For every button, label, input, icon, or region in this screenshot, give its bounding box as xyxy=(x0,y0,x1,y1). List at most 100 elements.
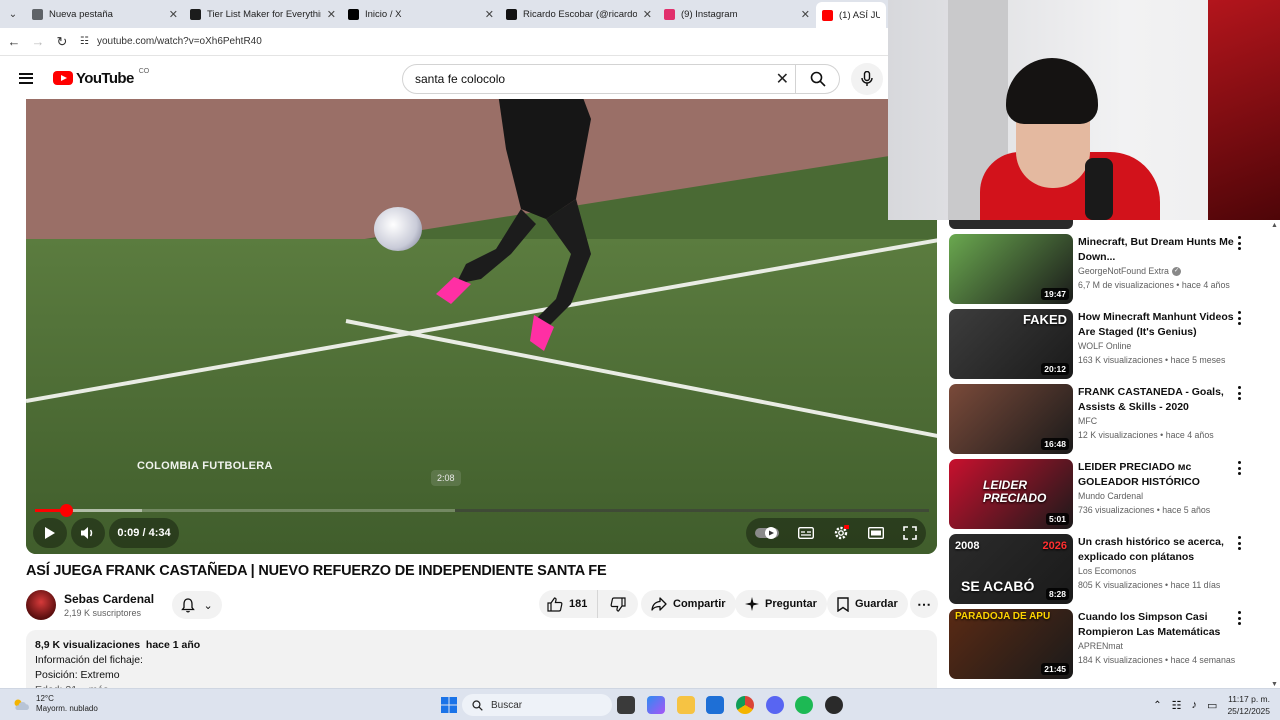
menu-icon[interactable] xyxy=(19,72,33,84)
recommendation-title[interactable]: Cuando los Simpson Casi Rompieron Las Ma… xyxy=(1078,610,1246,640)
dislike-button[interactable] xyxy=(597,590,639,618)
share-group: Compartir xyxy=(641,590,736,618)
play-button[interactable] xyxy=(33,518,67,548)
back-icon[interactable]: ← xyxy=(2,34,26,49)
notifications-button[interactable]: ⌄ xyxy=(172,591,223,619)
seek-bar[interactable] xyxy=(35,504,929,517)
close-tab-icon[interactable]: ✕ xyxy=(485,8,494,21)
channel-name[interactable]: Sebas Cardenal xyxy=(64,592,154,606)
recommendation-item[interactable]: FAKED 20:12 How Minecraft Manhunt Videos A… xyxy=(949,309,1269,379)
tab-title: Ricardo Escobar (@ricardoe xyxy=(523,8,637,20)
more-actions-button[interactable]: ⋯ xyxy=(910,590,938,618)
tray-chevron-up-icon[interactable]: ⌃ xyxy=(1153,700,1161,711)
microsoft-store-icon[interactable] xyxy=(706,696,724,714)
theater-mode-icon[interactable] xyxy=(867,527,884,539)
recommendation-thumbnail[interactable]: 16:48 xyxy=(949,384,1073,454)
recommendation-item[interactable]: PARADOJA DE APU 21:45 Cuando los Simpson C… xyxy=(949,609,1269,679)
chrome-icon[interactable] xyxy=(736,696,754,714)
recommendation-title[interactable]: Un crash histórico se acerca, explicado … xyxy=(1078,535,1246,565)
recommendation-item[interactable]: LEIDER PRECIADO 5:01 LEIDER PRECIADO ᴍᴄ GO… xyxy=(949,459,1269,529)
fullscreen-icon[interactable] xyxy=(902,526,917,540)
volume-icon[interactable]: ♪ xyxy=(1192,699,1198,711)
recommendation-channel[interactable]: GeorgeNotFound Extra xyxy=(1078,266,1169,276)
settings-gear-icon[interactable] xyxy=(833,525,849,541)
scroll-up-arrow-icon[interactable]: ▲ xyxy=(1271,222,1278,229)
battery-icon[interactable]: ▭ xyxy=(1207,699,1217,712)
recommendation-age: hace 11 días xyxy=(1170,580,1221,590)
file-explorer-icon[interactable] xyxy=(677,696,695,714)
recommendation-thumbnail[interactable]: PARADOJA DE APU 21:45 xyxy=(949,609,1073,679)
youtube-logo[interactable]: YouTube CO xyxy=(53,68,149,87)
search-button[interactable] xyxy=(796,64,840,94)
recommendation-title[interactable]: FRANK CASTANEDA - Goals, Assists & Skill… xyxy=(1078,385,1246,415)
reload-icon[interactable]: ↻ xyxy=(50,34,74,50)
taskbar-search[interactable]: Buscar xyxy=(462,694,612,716)
voice-search-button[interactable] xyxy=(851,63,883,95)
recommendation-channel[interactable]: Mundo Cardenal xyxy=(1078,491,1143,501)
more-vertical-icon[interactable] xyxy=(1238,461,1242,475)
like-button[interactable]: 181 xyxy=(539,590,598,618)
browser-tab[interactable]: Tier List Maker for Everything - ✕ xyxy=(184,1,342,27)
spotify-icon[interactable] xyxy=(795,696,813,714)
recommendation-thumbnail[interactable]: FAKED 20:12 xyxy=(949,309,1073,379)
recommendation-title[interactable]: How Minecraft Manhunt Videos Are Staged … xyxy=(1078,310,1246,340)
more-vertical-icon[interactable] xyxy=(1238,536,1242,550)
weather-widget[interactable]: 12°C Mayorm. nublado xyxy=(12,694,98,714)
site-info-icon[interactable]: ☷ xyxy=(80,36,89,47)
start-windows-icon[interactable] xyxy=(440,696,458,714)
autoplay-toggle-icon[interactable] xyxy=(755,527,780,539)
subtitles-icon[interactable] xyxy=(798,527,815,539)
network-icon[interactable]: ☷ xyxy=(1172,699,1182,712)
more-vertical-icon[interactable] xyxy=(1238,611,1242,625)
browser-tab[interactable]: (1) ASÍ JUEGA xyxy=(816,2,886,28)
recommendation-channel[interactable]: WOLF Online xyxy=(1078,341,1131,351)
browser-tab[interactable]: Nueva pestaña ✕ xyxy=(26,1,184,27)
taskbar-clock[interactable]: 11:17 p. m. 25/12/2025 xyxy=(1227,693,1270,717)
close-tab-icon[interactable]: ✕ xyxy=(801,8,810,21)
recommendation-channel[interactable]: Los Ecomonos xyxy=(1078,566,1136,576)
recommendation-item[interactable]: 19:47 Minecraft, But Dream Hunts Me Down.… xyxy=(949,234,1269,304)
recommendation-thumbnail[interactable]: 19:47 xyxy=(949,234,1073,304)
browser-tab[interactable]: Ricardo Escobar (@ricardoe ✕ xyxy=(500,1,658,27)
close-tab-icon[interactable]: ✕ xyxy=(169,8,178,21)
recommendation-thumbnail[interactable]: SE ACABÓ 2008 2026 8:28 xyxy=(949,534,1073,604)
sidebar-scrollbar[interactable]: ▲ ▼ xyxy=(1268,222,1280,688)
recommendation-title[interactable]: LEIDER PRECIADO ᴍᴄ GOLEADOR HISTÓRICO xyxy=(1078,460,1246,490)
more-vertical-icon[interactable] xyxy=(1238,236,1242,250)
mute-button[interactable] xyxy=(71,518,105,548)
clear-search-icon[interactable]: ✕ xyxy=(776,69,789,89)
close-tab-icon[interactable]: ✕ xyxy=(643,8,652,21)
browser-tab[interactable]: Inicio / X ✕ xyxy=(342,1,500,27)
thumbs-down-icon xyxy=(610,596,626,612)
app-icon[interactable] xyxy=(825,696,843,714)
address-bar[interactable]: ☷ youtube.com/watch?v=oXh6PehtR40 xyxy=(80,36,262,47)
search-input[interactable]: santa fe colocolo ✕ xyxy=(402,64,796,94)
recommendation-channel[interactable]: MFC xyxy=(1078,416,1097,426)
share-button[interactable]: Compartir xyxy=(641,590,736,618)
task-view-icon[interactable] xyxy=(617,696,635,714)
recommendation-channel-row: Mundo Cardenal xyxy=(1078,491,1246,501)
browser-tab[interactable]: (9) Instagram ✕ xyxy=(658,1,816,27)
tab-search-chevron-icon[interactable]: ⌄ xyxy=(0,0,26,28)
close-tab-icon[interactable]: ✕ xyxy=(327,8,336,21)
save-button[interactable]: Guardar xyxy=(827,590,908,618)
recommendation-item[interactable]: SE ACABÓ 2008 2026 8:28 Un crash histórico s… xyxy=(949,534,1269,604)
forward-icon[interactable]: → xyxy=(26,34,50,49)
more-vertical-icon[interactable] xyxy=(1238,311,1242,325)
url-text: youtube.com/watch?v=oXh6PehtR40 xyxy=(96,36,262,47)
scroll-down-arrow-icon[interactable]: ▼ xyxy=(1271,681,1278,688)
microphone-icon xyxy=(861,71,873,86)
more-horizontal-icon: ⋯ xyxy=(917,595,931,612)
recommendation-thumbnail[interactable]: LEIDER PRECIADO 5:01 xyxy=(949,459,1073,529)
video-frame-player xyxy=(436,99,591,351)
video-player[interactable]: COLOMBIA FUTBOLERA 2:08 0:09 / 4:34 xyxy=(26,99,937,554)
channel-avatar[interactable] xyxy=(26,590,56,620)
widgets-icon[interactable] xyxy=(647,696,665,714)
discord-icon[interactable] xyxy=(766,696,784,714)
recommendation-channel[interactable]: APRENmat xyxy=(1078,641,1123,651)
recommendation-title[interactable]: Minecraft, But Dream Hunts Me Down... xyxy=(1078,235,1246,265)
recommendation-item[interactable]: 16:48 FRANK CASTANEDA - Goals, Assists & … xyxy=(949,384,1269,454)
more-vertical-icon[interactable] xyxy=(1238,386,1242,400)
recommendation-views: 736 visualizaciones xyxy=(1078,505,1155,515)
ask-button[interactable]: Preguntar xyxy=(735,590,827,618)
